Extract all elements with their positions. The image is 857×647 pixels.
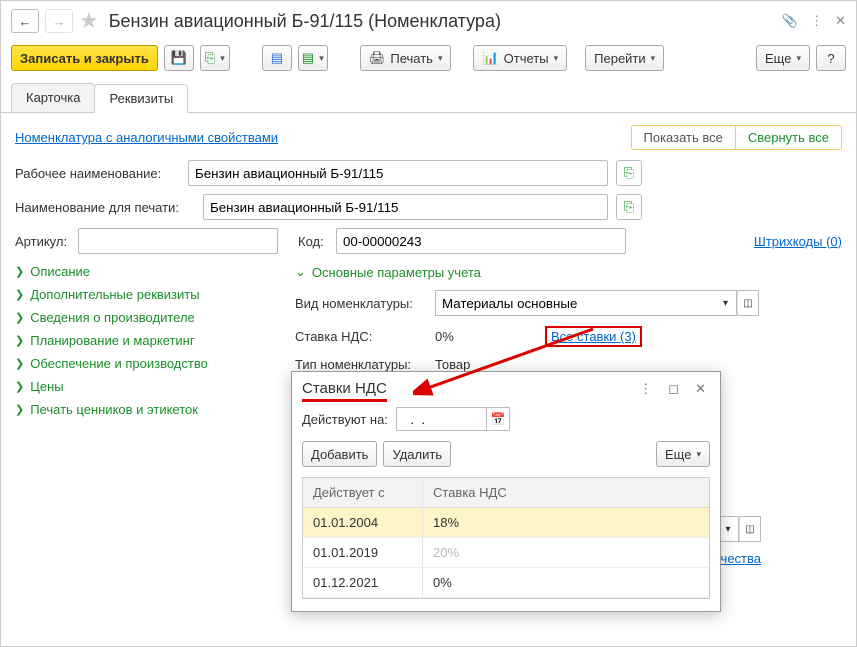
calendar-icon[interactable]: 📅: [486, 407, 510, 431]
expand-collapse-group: Показать все Свернуть все: [631, 125, 843, 150]
copy-doc-button[interactable]: ⎘▾: [200, 45, 230, 71]
table-row[interactable]: 01.01.200418%: [303, 508, 709, 538]
article-input[interactable]: [78, 228, 278, 254]
tree-description[interactable]: ❯Описание: [15, 264, 265, 279]
tab-props[interactable]: Реквизиты: [94, 84, 188, 113]
type-label: Тип номенклатуры:: [295, 357, 425, 372]
valid-on-label: Действуют на:: [302, 412, 388, 427]
vat-label: Ставка НДС:: [295, 329, 425, 344]
kind-open-button[interactable]: ◫: [737, 290, 759, 316]
dialog-close-icon[interactable]: ✕: [691, 381, 710, 397]
tree-supply[interactable]: ❯Обеспечение и производство: [15, 356, 265, 371]
goto-button[interactable]: Перейти ▾: [585, 45, 664, 71]
work-name-label: Рабочее наименование:: [15, 166, 180, 181]
similar-items-link[interactable]: Номенклатура с аналогичными свойствами: [15, 130, 278, 145]
tree-prices[interactable]: ❯Цены: [15, 379, 265, 394]
type-value: Товар: [435, 357, 470, 372]
back-button[interactable]: ←: [11, 9, 39, 33]
save-button[interactable]: 💾: [164, 45, 194, 71]
kind-input[interactable]: [435, 290, 715, 316]
dialog-title: Ставки НДС: [302, 380, 627, 397]
col-vat-rate[interactable]: Ставка НДС: [423, 478, 709, 507]
copy-work-name-button[interactable]: ⎘: [616, 160, 642, 186]
dialog-kebab-icon[interactable]: ⋮: [635, 381, 656, 397]
tree-extra-props[interactable]: ❯Дополнительные реквизиты: [15, 287, 265, 302]
dialog-more-button[interactable]: Еще ▾: [656, 441, 710, 467]
template-button[interactable]: ▤▾: [298, 45, 328, 71]
tree-manufacturer[interactable]: ❯Сведения о производителе: [15, 310, 265, 325]
cell-rate: 20%: [423, 538, 709, 567]
vat-all-rates-link[interactable]: Все ставки (3): [551, 329, 636, 344]
vat-rates-dialog: Ставки НДС ⋮ ◻ ✕ Действуют на: 📅 Добавит…: [291, 371, 721, 612]
close-window-icon[interactable]: ✕: [835, 13, 846, 29]
vat-rates-table: Действует с Ставка НДС 01.01.200418%01.0…: [302, 477, 710, 599]
print-button[interactable]: 🖨 Печать ▾: [360, 45, 452, 71]
save-and-close-button[interactable]: Записать и закрыть: [11, 45, 158, 71]
kind-label: Вид номенклатуры:: [295, 296, 425, 311]
cell-rate: 18%: [423, 508, 709, 537]
help-button[interactable]: ?: [816, 45, 846, 71]
print-name-label: Наименование для печати:: [15, 200, 195, 215]
reports-button[interactable]: 📊 Отчеты ▾: [473, 45, 567, 71]
table-row[interactable]: 01.12.20210%: [303, 568, 709, 598]
barcodes-link[interactable]: Штрихкоды (0): [754, 234, 842, 249]
table-row[interactable]: 01.01.201920%: [303, 538, 709, 568]
main-params-section-header[interactable]: ⌄Основные параметры учета: [295, 264, 842, 280]
show-all-button[interactable]: Показать все: [632, 126, 736, 149]
kind-dropdown-button[interactable]: ▾: [715, 290, 737, 316]
cell-date: 01.01.2004: [303, 508, 423, 537]
cell-date: 01.01.2019: [303, 538, 423, 567]
delete-rate-button[interactable]: Удалить: [383, 441, 451, 467]
code-label: Код:: [298, 234, 328, 249]
vat-value: 0%: [435, 329, 535, 344]
article-label: Артикул:: [15, 234, 70, 249]
hidden-open-button[interactable]: ◫: [739, 516, 761, 542]
cell-date: 01.12.2021: [303, 568, 423, 597]
forward-button[interactable]: →: [45, 9, 73, 33]
quality-link-fragment[interactable]: чества: [721, 551, 761, 566]
copy-print-name-button[interactable]: ⎘: [616, 194, 642, 220]
list-view-button[interactable]: ▤: [262, 45, 292, 71]
add-rate-button[interactable]: Добавить: [302, 441, 377, 467]
section-tree: ❯Описание ❯Дополнительные реквизиты ❯Све…: [15, 264, 265, 417]
tab-card[interactable]: Карточка: [11, 83, 95, 112]
collapse-all-button[interactable]: Свернуть все: [736, 126, 841, 149]
cell-rate: 0%: [423, 568, 709, 597]
col-valid-from[interactable]: Действует с: [303, 478, 423, 507]
tree-planning[interactable]: ❯Планирование и маркетинг: [15, 333, 265, 348]
dialog-maximize-icon[interactable]: ◻: [664, 381, 683, 397]
code-input[interactable]: [336, 228, 626, 254]
tree-labels[interactable]: ❯Печать ценников и этикеток: [15, 402, 265, 417]
kebab-menu-icon[interactable]: ⋮: [810, 13, 823, 29]
attach-icon[interactable]: 📎: [782, 13, 798, 29]
page-title: Бензин авиационный Б-91/115 (Номенклатур…: [109, 11, 776, 32]
more-button[interactable]: Еще ▾: [756, 45, 810, 71]
work-name-input[interactable]: [188, 160, 608, 186]
favorite-star-icon[interactable]: ★: [79, 8, 99, 34]
valid-on-date-input[interactable]: [396, 407, 486, 431]
print-name-input[interactable]: [203, 194, 608, 220]
